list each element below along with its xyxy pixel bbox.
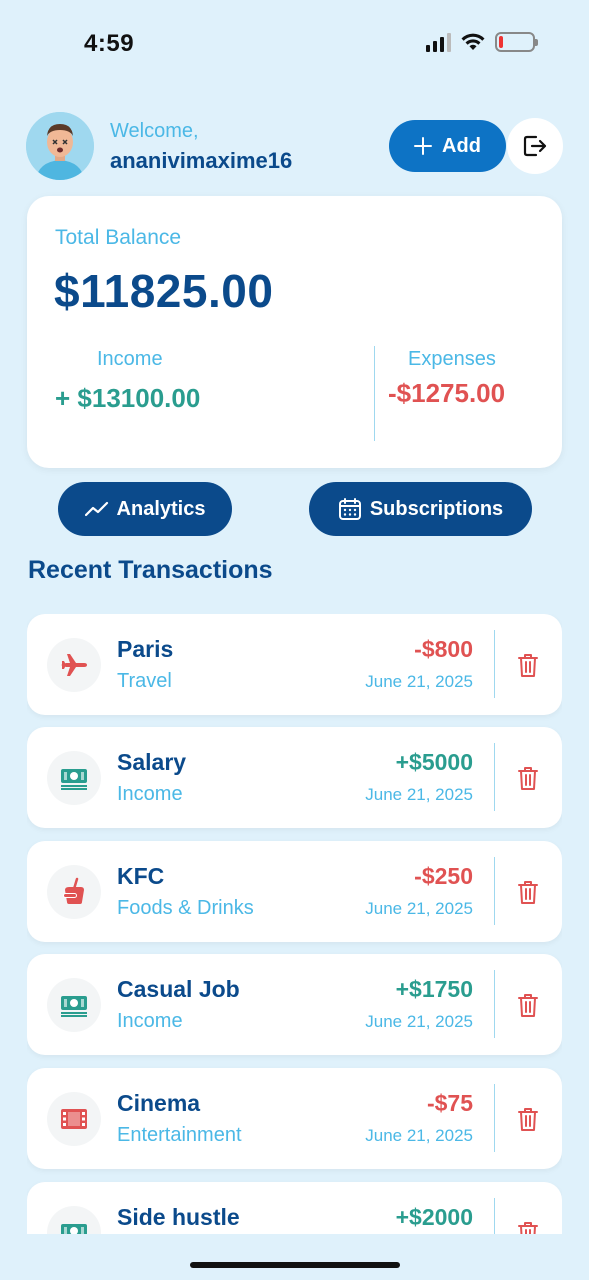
trash-icon[interactable] — [517, 879, 539, 905]
transaction-item[interactable]: Salary Income +$5000 June 21, 2025 — [27, 727, 562, 828]
expenses-value: -$1275.00 — [388, 378, 506, 408]
transaction-item[interactable]: Paris Travel -$800 June 21, 2025 — [27, 614, 562, 715]
transaction-category: Income — [117, 783, 183, 805]
transaction-category: Entertainment — [117, 1124, 242, 1146]
film-icon — [47, 1092, 101, 1146]
transaction-divider — [494, 743, 495, 811]
transaction-list[interactable]: Paris Travel -$800 June 21, 2025 Salary … — [27, 614, 562, 1234]
transaction-amount: +$1750 — [395, 976, 473, 1002]
status-icons — [426, 32, 538, 52]
avatar[interactable] — [26, 112, 94, 180]
add-button[interactable]: Add — [389, 120, 506, 172]
transaction-date: June 21, 2025 — [365, 1126, 473, 1145]
transaction-date: June 21, 2025 — [365, 1012, 473, 1031]
logout-icon — [523, 135, 547, 157]
calendar-icon — [338, 498, 361, 520]
transaction-item[interactable]: Cinema Entertainment -$75 June 21, 2025 — [27, 1068, 562, 1169]
total-balance-value: $11825.00 — [54, 265, 274, 317]
transaction-divider — [494, 630, 495, 698]
subscriptions-button[interactable]: Subscriptions — [309, 482, 532, 536]
transaction-name: Cinema — [117, 1090, 201, 1116]
balance-card: Total Balance $11825.00 Income + $13100.… — [27, 196, 562, 468]
trash-icon[interactable] — [517, 765, 539, 791]
battery-icon — [495, 32, 538, 52]
airplane-icon — [47, 638, 101, 692]
transaction-amount: +$5000 — [395, 749, 473, 775]
food-icon — [47, 865, 101, 919]
welcome-text: Welcome, — [110, 120, 199, 142]
transaction-name: Side hustle — [117, 1204, 240, 1230]
cash-icon — [47, 978, 101, 1032]
cellular-signal-icon — [426, 32, 451, 52]
analytics-button[interactable]: Analytics — [58, 482, 232, 536]
trend-line-icon — [84, 501, 108, 517]
transaction-item[interactable]: KFC Foods & Drinks -$250 June 21, 2025 — [27, 841, 562, 942]
total-balance-label: Total Balance — [55, 226, 182, 249]
transaction-amount: -$75 — [426, 1090, 473, 1116]
header: Welcome, ananivimaxime16 Add — [26, 112, 563, 180]
transaction-divider — [494, 857, 495, 925]
transaction-divider — [494, 1198, 495, 1234]
add-button-label: Add — [442, 134, 481, 157]
transaction-date: June 21, 2025 — [365, 785, 473, 804]
transaction-amount: -$250 — [414, 863, 473, 889]
transaction-category: Travel — [117, 670, 172, 692]
recent-transactions-title: Recent Transactions — [28, 556, 273, 584]
income-value: + $13100.00 — [55, 383, 201, 413]
transaction-category: Foods & Drinks — [117, 897, 254, 919]
transaction-name: Salary — [117, 749, 187, 775]
trash-icon[interactable] — [517, 652, 539, 678]
cash-icon — [47, 1206, 101, 1234]
transaction-name: KFC — [117, 863, 165, 889]
transaction-name: Paris — [117, 636, 174, 662]
transaction-date: June 21, 2025 — [365, 899, 473, 918]
balance-divider — [374, 346, 375, 441]
status-time: 4:59 — [84, 30, 135, 57]
transaction-item[interactable]: Side hustle +$2000 — [27, 1182, 562, 1234]
plus-icon — [414, 137, 433, 155]
logout-button[interactable] — [507, 118, 563, 174]
transaction-divider — [494, 970, 495, 1038]
analytics-label: Analytics — [116, 497, 206, 520]
username: ananivimaxime16 — [110, 148, 293, 173]
trash-icon[interactable] — [517, 1220, 539, 1234]
home-indicator[interactable] — [190, 1262, 400, 1268]
wifi-icon — [461, 33, 485, 50]
transaction-amount: -$800 — [414, 636, 473, 662]
trash-icon[interactable] — [517, 1106, 539, 1132]
transaction-date: June 21, 2025 — [365, 672, 473, 691]
transaction-divider — [494, 1084, 495, 1152]
income-label: Income — [97, 348, 163, 370]
expenses-label: Expenses — [408, 348, 496, 370]
transaction-item[interactable]: Casual Job Income +$1750 June 21, 2025 — [27, 954, 562, 1055]
cash-icon — [47, 751, 101, 805]
transaction-amount: +$2000 — [395, 1204, 473, 1230]
status-bar: 4:59 — [0, 0, 589, 88]
transaction-name: Casual Job — [117, 976, 240, 1002]
transaction-category: Income — [117, 1010, 183, 1032]
subscriptions-label: Subscriptions — [369, 497, 504, 520]
trash-icon[interactable] — [517, 992, 539, 1018]
